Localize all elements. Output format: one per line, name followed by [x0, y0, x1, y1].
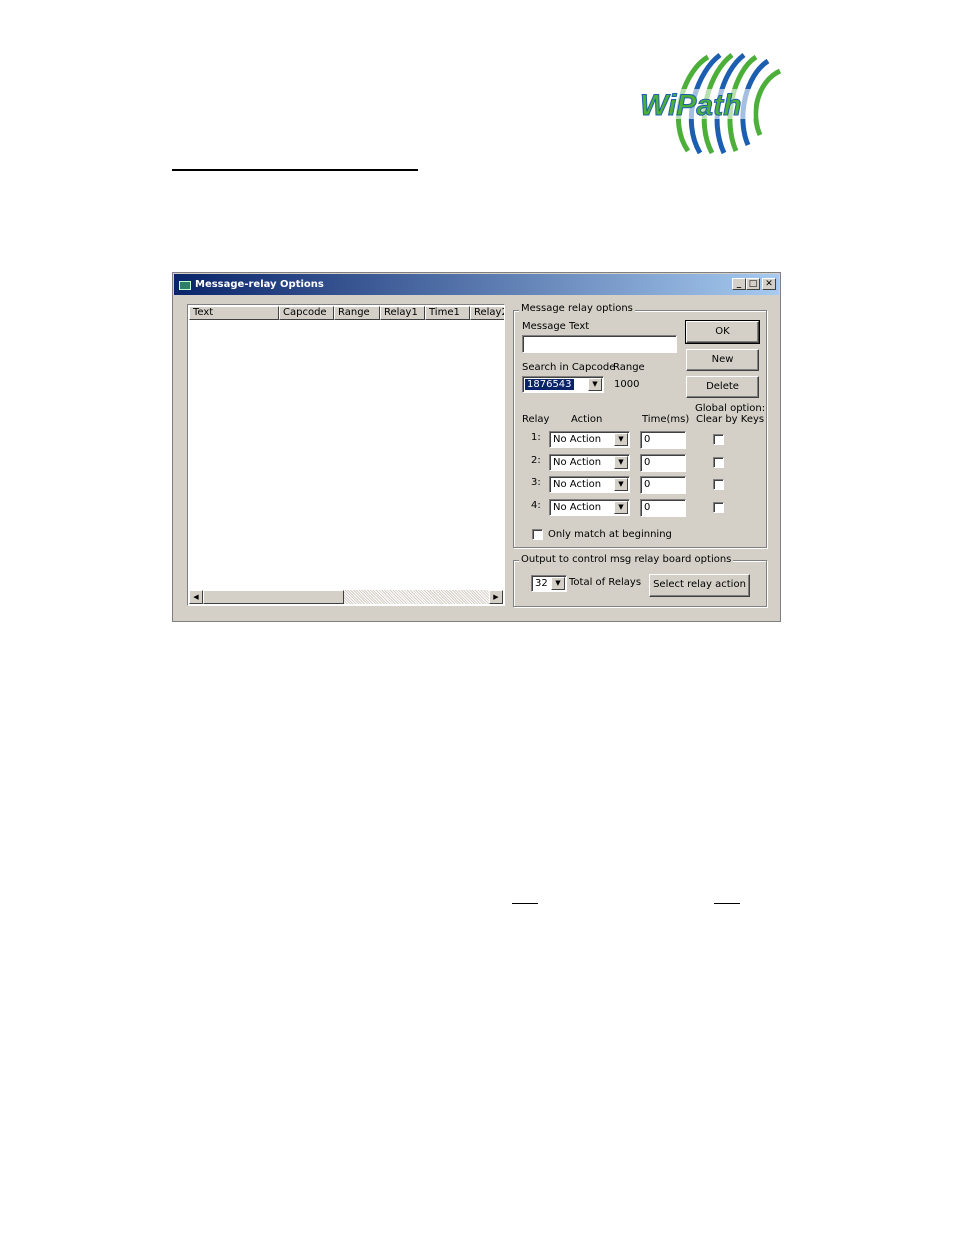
relay-4-time-field[interactable]: 0: [640, 499, 686, 517]
search-capcode-label: Search in Capcode: [522, 362, 616, 373]
relay-4-action-select[interactable]: No Action ▼: [549, 499, 630, 516]
column-header-time1[interactable]: Time1: [425, 306, 470, 320]
title-bar[interactable]: Message-relay Options _ □ ✕: [174, 274, 779, 295]
relay-3-time-field[interactable]: 0: [640, 476, 686, 494]
column-header-capcode[interactable]: Capcode: [279, 306, 334, 320]
chevron-down-icon[interactable]: ▼: [614, 501, 628, 514]
ok-button[interactable]: OK: [685, 320, 760, 344]
global-option-header: Global option:: [695, 403, 766, 414]
relay-4-clear-by-keys-checkbox[interactable]: [713, 502, 724, 513]
search-capcode-value: 1876543: [525, 379, 574, 390]
scroll-thumb[interactable]: [203, 590, 344, 604]
search-capcode-select[interactable]: 1876543 ▼: [522, 376, 604, 393]
relay-3-action-select[interactable]: No Action ▼: [549, 476, 630, 493]
chevron-down-icon[interactable]: ▼: [614, 433, 628, 446]
relay-row-label: 2:: [531, 455, 541, 466]
message-text-field[interactable]: [522, 335, 677, 353]
range-label: Range: [613, 362, 645, 373]
scroll-right-icon[interactable]: ▶: [489, 590, 503, 604]
clear-by-keys-header: Clear by Keys: [696, 414, 765, 425]
relay-row-label: 1:: [531, 432, 541, 443]
total-relays-value: 32: [535, 578, 548, 589]
relay-2-action-select[interactable]: No Action ▼: [549, 454, 630, 471]
only-match-beginning-checkbox[interactable]: [532, 529, 543, 540]
close-button[interactable]: ✕: [762, 278, 776, 290]
total-relays-select[interactable]: 32 ▼: [531, 575, 567, 592]
message-relay-list[interactable]: Text Capcode Range Relay1 Time1 Relay2 ◀…: [187, 304, 505, 606]
message-relay-options-window: Message-relay Options _ □ ✕ Text Capcode…: [172, 272, 781, 622]
only-match-beginning-label[interactable]: Only match at beginning: [548, 529, 672, 540]
relay-2-clear-by-keys-checkbox[interactable]: [713, 457, 724, 468]
relay-1-action-value: No Action: [553, 434, 602, 445]
document-underline-mark: [512, 903, 538, 904]
horizontal-scrollbar[interactable]: ◀ ▶: [189, 590, 503, 604]
relay-2-time-field[interactable]: 0: [640, 454, 686, 472]
maximize-button[interactable]: □: [746, 278, 760, 290]
app-icon: [179, 281, 191, 290]
message-text-label: Message Text: [522, 321, 590, 332]
scroll-left-icon[interactable]: ◀: [189, 590, 203, 604]
delete-button[interactable]: Delete: [686, 376, 759, 398]
message-relay-options-title: Message relay options: [519, 303, 635, 314]
relay-1-time-field[interactable]: 0: [640, 431, 686, 449]
relay-4-action-value: No Action: [553, 502, 602, 513]
select-relay-action-button[interactable]: Select relay action: [649, 574, 750, 597]
chevron-down-icon[interactable]: ▼: [588, 378, 602, 391]
list-header: Text Capcode Range Relay1 Time1 Relay2: [189, 306, 504, 320]
action-column-header: Action: [571, 414, 603, 425]
relay-1-clear-by-keys-checkbox[interactable]: [713, 434, 724, 445]
total-relays-label: Total of Relays: [569, 577, 642, 588]
chevron-down-icon[interactable]: ▼: [551, 577, 565, 590]
new-button[interactable]: New: [686, 349, 759, 371]
wipath-logo: WiPath: [638, 52, 782, 155]
time-column-header: Time(ms): [642, 414, 690, 425]
logo-wordmark: WiPath: [640, 89, 741, 122]
scroll-track[interactable]: [344, 590, 489, 604]
relay-2-action-value: No Action: [553, 457, 602, 468]
relay-3-action-value: No Action: [553, 479, 602, 490]
chevron-down-icon[interactable]: ▼: [614, 456, 628, 469]
window-title: Message-relay Options: [195, 279, 324, 290]
relay-column-header: Relay: [522, 414, 550, 425]
relay-row-label: 4:: [531, 500, 541, 511]
column-header-range[interactable]: Range: [334, 306, 380, 320]
column-header-relay2[interactable]: Relay2: [470, 306, 504, 320]
relay-1-action-select[interactable]: No Action ▼: [549, 431, 630, 448]
chevron-down-icon[interactable]: ▼: [614, 478, 628, 491]
column-header-relay1[interactable]: Relay1: [380, 306, 425, 320]
relay-row-label: 3:: [531, 477, 541, 488]
output-options-title: Output to control msg relay board option…: [519, 554, 734, 565]
relay-3-clear-by-keys-checkbox[interactable]: [713, 479, 724, 490]
column-header-text[interactable]: Text: [189, 306, 279, 320]
document-underline-mark: [714, 903, 740, 904]
range-value: 1000: [614, 379, 640, 390]
document-heading-underline: [172, 169, 418, 171]
minimize-button[interactable]: _: [732, 278, 746, 290]
